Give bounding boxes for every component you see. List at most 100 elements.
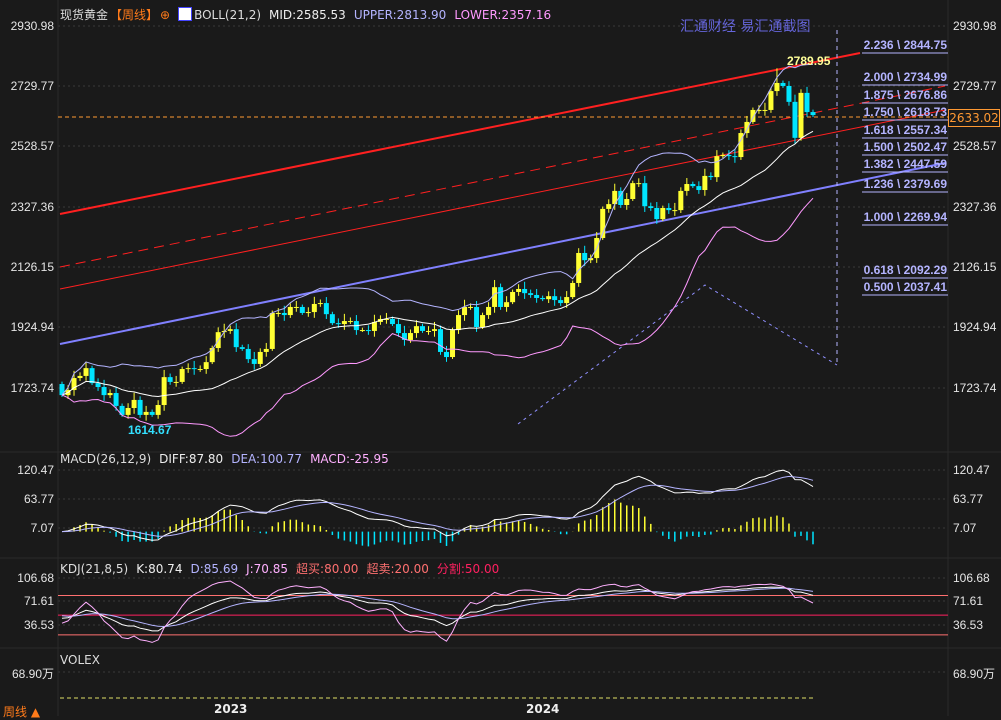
macd-header: MACD(26,12,9) DIFF:87.80 DEA:100.77 MACD:-2… xyxy=(60,452,397,466)
kdj-j-line xyxy=(61,580,814,643)
candle-up xyxy=(486,306,492,316)
candle-up xyxy=(197,369,203,371)
candle-up xyxy=(173,381,179,383)
candle-down xyxy=(648,206,654,209)
candle-down xyxy=(786,85,792,102)
kdj-d: D:85.69 xyxy=(190,562,239,576)
candle-up xyxy=(630,183,636,200)
price-axis-label-right: 1723.74 xyxy=(953,381,997,395)
candle-down xyxy=(654,208,660,220)
candle-up xyxy=(275,312,281,314)
candle-up xyxy=(263,348,269,352)
candle-down xyxy=(365,330,371,332)
candle-up xyxy=(462,306,468,316)
fib-level-label: 1.618 \ 2557.34 xyxy=(863,123,947,137)
candle-up xyxy=(660,208,666,220)
price-axis-label-left: 1924.94 xyxy=(10,320,54,334)
kdj-k: K:80.74 xyxy=(136,562,183,576)
candle-up xyxy=(564,297,570,304)
candle-up xyxy=(161,377,167,406)
volex-axis-left: 68.90万 xyxy=(11,667,54,681)
candle-up xyxy=(744,121,750,134)
candle-down xyxy=(474,306,480,328)
candle-up xyxy=(425,330,431,332)
candle-down xyxy=(666,208,672,211)
candle-up xyxy=(450,330,456,358)
price-axis-label-right: 2930.98 xyxy=(953,19,997,33)
candle-up xyxy=(546,296,552,300)
candle-up xyxy=(798,92,804,138)
candle-up xyxy=(107,393,113,396)
candle-up xyxy=(359,330,365,332)
candle-up xyxy=(407,333,413,340)
kdj-d-line xyxy=(61,587,814,628)
fib-level-label: 0.618 \ 2092.29 xyxy=(863,263,947,277)
kdj-axis-label-left: 71.61 xyxy=(23,594,54,608)
period-button[interactable]: 周线 ▲ xyxy=(3,703,40,720)
kdj-axis-label-right: 71.61 xyxy=(953,594,984,608)
macd-axis-label-left: 7.07 xyxy=(30,521,54,535)
kdj-axis-label-left: 36.53 xyxy=(23,618,54,632)
candle-up xyxy=(714,156,720,178)
candle-down xyxy=(582,252,588,261)
candle-up xyxy=(311,303,317,313)
candle-up xyxy=(720,154,726,157)
fib-level-label: 1.236 \ 2379.69 xyxy=(863,177,947,191)
kdj-header: KDJ(21,8,5) K:80.74 D:85.69 J:70.85 超买:80.00… xyxy=(60,560,507,577)
triangle-up-icon[interactable]: ▲ xyxy=(31,705,40,719)
volex-label: VOLEX xyxy=(60,653,100,667)
chart-canvas[interactable] xyxy=(0,0,1001,716)
candle-down xyxy=(95,383,101,388)
fib-level-label: 2.236 \ 2844.75 xyxy=(863,38,947,52)
candle-down xyxy=(810,112,816,116)
candle-up xyxy=(155,405,161,415)
candle-up xyxy=(762,109,768,111)
macd-axis-label-right: 120.47 xyxy=(953,463,990,477)
candle-up xyxy=(702,175,708,191)
candle-up xyxy=(185,368,191,370)
candle-down xyxy=(113,393,119,406)
candle-up xyxy=(624,199,630,206)
candle-up xyxy=(480,315,486,328)
candle-up xyxy=(203,362,209,370)
kdj-axis-label-right: 106.68 xyxy=(953,571,990,585)
candle-down xyxy=(792,101,798,138)
candle-up xyxy=(768,91,774,110)
candle-up xyxy=(492,287,498,307)
candle-down xyxy=(389,318,395,325)
candle-down xyxy=(804,92,810,113)
price-axis-label-left: 2126.15 xyxy=(10,260,54,274)
high-annotation: 2789.95 xyxy=(787,54,831,68)
candle-down xyxy=(419,326,425,331)
macd-diff: DIFF:87.80 xyxy=(159,452,224,466)
candle-up xyxy=(179,369,185,382)
candle-up xyxy=(341,321,347,325)
candle-up xyxy=(257,351,263,364)
candle-up xyxy=(606,204,612,209)
candle-down xyxy=(690,184,696,187)
price-axis-label-right: 2126.15 xyxy=(953,260,997,274)
candle-down xyxy=(101,387,107,396)
candle-up xyxy=(468,306,474,308)
candle-down xyxy=(708,175,714,178)
fib-level-label: 2.000 \ 2734.99 xyxy=(863,70,947,84)
macd-axis-label-left: 120.47 xyxy=(17,463,54,477)
candle-up xyxy=(570,282,576,298)
candle-down xyxy=(299,306,305,313)
boll-upper-line xyxy=(61,63,814,396)
candle-up xyxy=(131,399,137,409)
period-button-label[interactable]: 周线 xyxy=(3,705,27,719)
candle-up xyxy=(413,326,419,334)
price-axis-label-left: 2327.36 xyxy=(10,200,54,214)
price-axis-label-left: 2930.98 xyxy=(10,19,54,33)
candle-down xyxy=(732,156,738,158)
candle-up xyxy=(672,210,678,212)
candle-up xyxy=(678,190,684,211)
fib-level-label: 1.500 \ 2502.47 xyxy=(863,140,947,154)
macd-axis-label-right: 63.77 xyxy=(953,492,984,506)
price-axis-label-left: 2528.57 xyxy=(10,139,54,153)
kdj-label: KDJ(21,8,5) xyxy=(60,562,129,576)
candle-down xyxy=(191,368,197,370)
candle-up xyxy=(510,291,516,303)
candle-down xyxy=(89,368,95,384)
